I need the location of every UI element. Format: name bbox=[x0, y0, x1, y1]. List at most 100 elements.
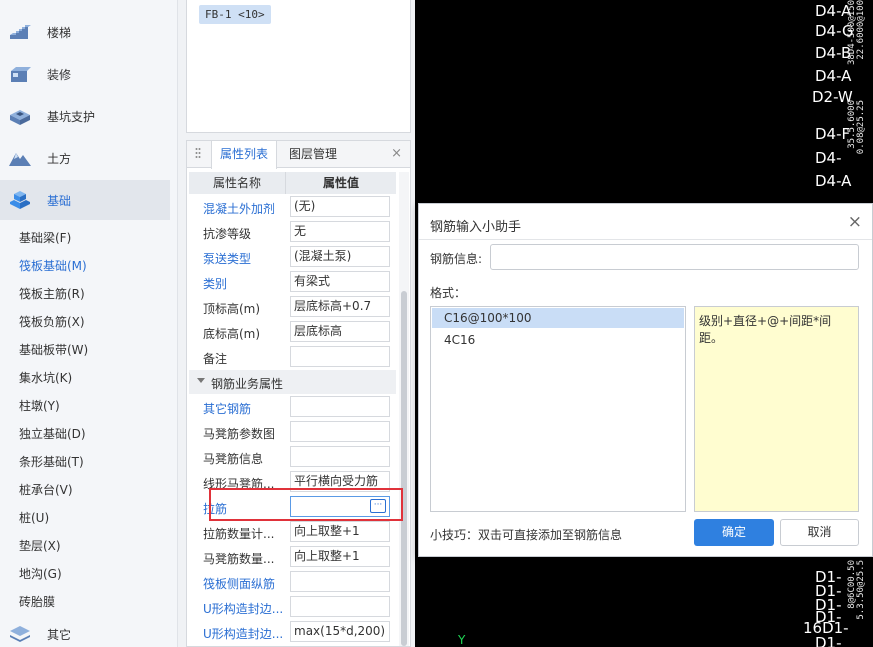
nav-category-earthwork[interactable]: 土方 bbox=[0, 138, 170, 178]
stairs-icon bbox=[10, 25, 31, 39]
nav-sub-item[interactable]: 砖胎膜 bbox=[19, 593, 55, 610]
cad-vertical-label: 5.3.50@25.5 bbox=[856, 560, 866, 620]
property-row: 抗渗等级 无 bbox=[189, 219, 396, 244]
property-name: 马凳筋信息 bbox=[203, 452, 264, 466]
drag-handle-icon[interactable] bbox=[195, 147, 201, 161]
nav-sub-item[interactable]: 条形基础(T) bbox=[19, 453, 84, 470]
property-value[interactable]: (混凝土泵) bbox=[290, 246, 390, 267]
scrollbar-thumb[interactable] bbox=[401, 291, 407, 646]
property-value[interactable] bbox=[290, 396, 390, 417]
property-row: 其它钢筋 bbox=[189, 394, 396, 419]
rebar-info-input[interactable] bbox=[490, 244, 859, 270]
property-value[interactable]: max(15*d,200) bbox=[290, 621, 390, 642]
property-tabs: 属性列表 图层管理 × bbox=[187, 141, 410, 169]
property-name: 底标高(m) bbox=[203, 327, 261, 341]
property-name[interactable]: U形构造封边... bbox=[203, 600, 283, 617]
nav-sub-item[interactable]: 基础板带(W) bbox=[19, 341, 88, 358]
property-name[interactable]: 拉筋 bbox=[203, 500, 283, 517]
nav-category-foundation[interactable]: 基础 bbox=[0, 180, 170, 220]
component-nav: 楼梯 装修 基坑支护 土方 基础 基础梁(F) 筏板基础(M) 筏板主筋(R) … bbox=[0, 0, 178, 647]
earthwork-icon bbox=[9, 153, 31, 166]
nav-sub-item[interactable]: 地沟(G) bbox=[19, 565, 62, 582]
component-panel: FB-1 <10> 属性列表 图层管理 × 属性名称 属性值 混凝土外加剂 (无… bbox=[178, 0, 415, 647]
nav-sub-item[interactable]: 柱墩(Y) bbox=[19, 397, 60, 414]
nav-category-pit-support[interactable]: 基坑支护 bbox=[0, 96, 170, 136]
nav-sub-item[interactable]: 集水坑(K) bbox=[19, 369, 72, 386]
property-row: 顶标高(m) 层底标高+0.7 bbox=[189, 294, 396, 319]
property-value[interactable] bbox=[290, 596, 390, 617]
property-group-label: 钢筋业务属性 bbox=[211, 377, 284, 391]
nav-category-label: 基坑支护 bbox=[47, 110, 96, 124]
nav-sub-item[interactable]: 筏板负筋(X) bbox=[19, 313, 85, 330]
cad-label: D4-A bbox=[815, 172, 852, 190]
property-name[interactable]: 筏板侧面纵筋 bbox=[203, 575, 283, 592]
dialog-title: 钢筋输入小助手 bbox=[430, 220, 522, 235]
close-icon[interactable]: × bbox=[848, 213, 862, 231]
pit-support-icon bbox=[10, 110, 30, 125]
nav-sub-item[interactable]: 基础梁(F) bbox=[19, 229, 71, 246]
property-name[interactable]: 混凝土外加剂 bbox=[203, 200, 283, 217]
nav-sub-item-selected[interactable]: 筏板基础(M) bbox=[19, 257, 87, 274]
property-value[interactable]: 平行横向受力筋 bbox=[290, 471, 390, 492]
property-row: 马凳筋参数图 bbox=[189, 419, 396, 444]
column-header-value: 属性值 bbox=[322, 176, 359, 190]
nav-category-label: 基础 bbox=[47, 194, 72, 208]
cad-label: D4-B bbox=[815, 44, 852, 62]
nav-category-decoration[interactable]: 装修 bbox=[0, 54, 170, 94]
close-icon[interactable]: × bbox=[391, 146, 402, 161]
property-name[interactable]: 其它钢筋 bbox=[203, 400, 283, 417]
property-value[interactable] bbox=[290, 346, 390, 367]
property-value[interactable] bbox=[290, 446, 390, 467]
property-row: U形构造封边... bbox=[189, 594, 396, 619]
property-name: 抗渗等级 bbox=[203, 227, 252, 241]
property-value[interactable]: 层底标高+0.7 bbox=[290, 296, 390, 317]
property-row: 马凳筋信息 bbox=[189, 444, 396, 469]
format-item[interactable]: 4C16 bbox=[432, 330, 684, 350]
property-value[interactable]: 向上取整+1 bbox=[290, 546, 390, 567]
nav-sub-item[interactable]: 筏板主筋(R) bbox=[19, 285, 85, 302]
tie-bar-value-input[interactable]: ··· bbox=[290, 496, 390, 517]
format-description: 级别+直径+@+间距*间距。 bbox=[694, 306, 859, 512]
rebar-input-assistant-dialog: 钢筋输入小助手 × 钢筋信息: 格式： C16@100*100 4C16 级别+… bbox=[418, 203, 873, 557]
property-name: 顶标高(m) bbox=[203, 302, 261, 316]
property-value[interactable]: 无 bbox=[290, 221, 390, 242]
property-value[interactable]: 向上取整+1 bbox=[290, 521, 390, 542]
cancel-button[interactable]: 取消 bbox=[780, 519, 859, 546]
property-group-rebar[interactable]: 钢筋业务属性 bbox=[189, 370, 396, 394]
nav-sub-item[interactable]: 垫层(X) bbox=[19, 537, 61, 554]
nav-sub-item[interactable]: 独立基础(D) bbox=[19, 425, 86, 442]
property-name[interactable]: 泵送类型 bbox=[203, 250, 283, 267]
cad-vertical-label: 0.08@25.25 bbox=[856, 100, 866, 155]
tip-text: 小技巧：双击可直接添加至钢筋信息 bbox=[430, 528, 623, 542]
ok-button[interactable]: 确定 bbox=[694, 519, 774, 546]
property-value[interactable] bbox=[290, 571, 390, 592]
nav-sub-item[interactable]: 桩承台(V) bbox=[19, 481, 73, 498]
property-value[interactable]: 层底标高 bbox=[290, 321, 390, 342]
property-panel: 属性列表 图层管理 × 属性名称 属性值 混凝土外加剂 (无) 抗渗等级 无 泵… bbox=[186, 140, 411, 647]
cad-label: D4-F bbox=[815, 125, 851, 143]
property-value[interactable]: 有梁式 bbox=[290, 271, 390, 292]
property-row: 类别 有梁式 bbox=[189, 269, 396, 294]
dialog-divider bbox=[419, 239, 872, 240]
property-value[interactable] bbox=[290, 421, 390, 442]
property-name: 拉筋数量计... bbox=[203, 527, 275, 541]
component-tag[interactable]: FB-1 <10> bbox=[199, 5, 271, 24]
tab-layer-management[interactable]: 图层管理 bbox=[281, 141, 345, 168]
property-value[interactable]: (无) bbox=[290, 196, 390, 217]
property-name: 马凳筋数量... bbox=[203, 552, 275, 566]
format-list[interactable]: C16@100*100 4C16 bbox=[430, 306, 686, 512]
tab-property-list[interactable]: 属性列表 bbox=[211, 141, 278, 169]
nav-category-other[interactable]: 其它 bbox=[0, 614, 170, 647]
nav-category-stairs[interactable]: 楼梯 bbox=[0, 12, 170, 52]
nav-sub-item[interactable]: 桩(U) bbox=[19, 509, 49, 526]
more-options-button[interactable]: ··· bbox=[370, 499, 386, 513]
nav-category-label: 楼梯 bbox=[47, 26, 72, 40]
cad-label: D4-A bbox=[815, 67, 852, 85]
collapse-arrow-icon[interactable] bbox=[197, 378, 205, 383]
cad-vertical-label: 22.6000@100 bbox=[856, 0, 866, 60]
property-name[interactable]: U形构造封边... bbox=[203, 625, 283, 642]
property-name: 备注 bbox=[203, 352, 228, 366]
format-item-selected[interactable]: C16@100*100 bbox=[432, 308, 684, 328]
property-name[interactable]: 类别 bbox=[203, 275, 283, 292]
property-row: 底标高(m) 层底标高 bbox=[189, 319, 396, 344]
